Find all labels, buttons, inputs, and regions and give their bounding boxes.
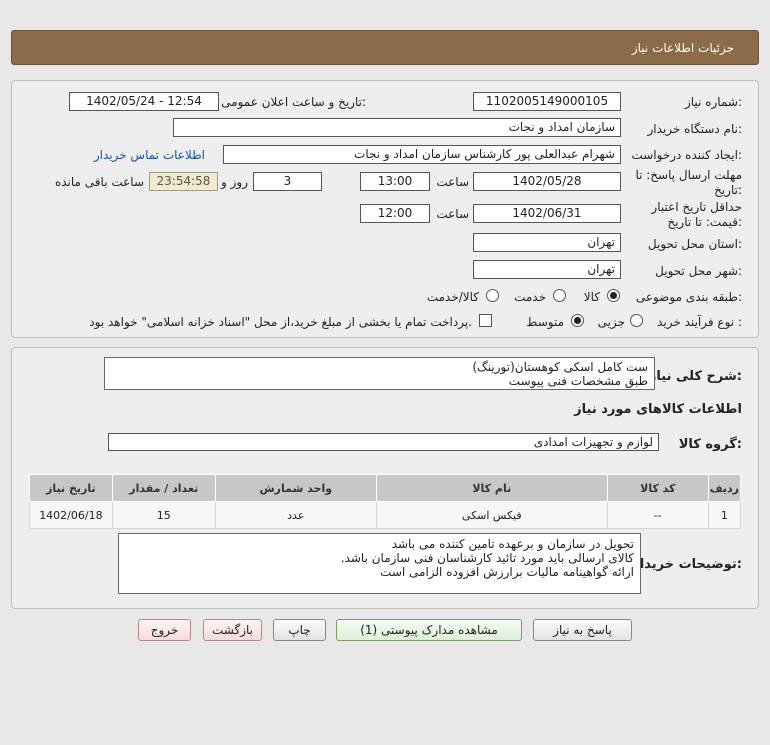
print-button[interactable]: چاپ (273, 619, 326, 641)
reply-time-label: ساعت (436, 175, 469, 189)
view-attachments-button[interactable]: مشاهده مدارک پیوستی (1) (336, 619, 522, 641)
buyer-notes-label: توضیحات خریدار: (632, 557, 742, 572)
process-label: نوع فرآیند خرید : (657, 315, 742, 329)
buyer-org-label: نام دستگاه خریدار: (647, 122, 743, 136)
general-desc-line-1: ست کامل اسکی کوهستان(تورینگ) (472, 360, 648, 374)
price-validity-label-2: قیمت: تا تاریخ: (667, 215, 742, 229)
category-option-goods: کالا (583, 290, 600, 304)
city-label: شهر محل تحویل: (655, 264, 742, 278)
col-code: کد کالا (606, 474, 709, 502)
cell-code: -- (606, 501, 709, 529)
process-option-minor: جزیی (597, 315, 625, 329)
city-field: تهران (473, 260, 621, 279)
price-validity-date-field: 1402/06/31 (473, 204, 621, 223)
reply-deadline-label-1: مهلت ارسال پاسخ: تا (635, 168, 742, 182)
province-field: تهران (473, 233, 621, 252)
reply-date-field: 1402/05/28 (473, 172, 621, 191)
announce-field: 1402/05/24 - 12:54 (69, 92, 219, 111)
need-number-field: 1102005149000105 (473, 92, 621, 111)
days-label: روز و (221, 175, 248, 189)
reply-deadline-label-2: تاریخ: (714, 183, 742, 197)
cell-row: 1 (707, 501, 742, 529)
reply-button[interactable]: پاسخ به نیاز (533, 619, 632, 641)
category-radio-both[interactable] (486, 289, 499, 302)
buyer-notes-line-3: ارائه گواهینامه مالیات برارزش افزوده الز… (380, 565, 634, 579)
page-title: جزئیات اطلاعات نیاز (631, 41, 734, 55)
process-option-medium: متوسط (526, 315, 564, 329)
cell-unit: عدد (214, 501, 377, 529)
buyer-contact-link[interactable]: اطلاعات تماس خریدار (94, 148, 205, 162)
goods-info-title: اطلاعات کالاهای مورد نیاز (574, 402, 742, 417)
remaining-days-field: 3 (253, 172, 322, 191)
process-radio-medium[interactable] (571, 314, 584, 327)
col-unit: واحد شمارش (214, 474, 377, 502)
category-option-both: کالا/خدمت (426, 290, 479, 304)
price-validity-time-field: 12:00 (360, 204, 430, 223)
cell-need-date: 1402/06/18 (29, 501, 113, 529)
goods-group-field: لوازم و تجهیزات امدادی (108, 433, 659, 451)
requester-field: شهرام عبدالعلی پور کارشناس سازمان امداد … (223, 145, 621, 164)
province-label: استان محل تحویل: (647, 237, 742, 251)
col-need-date: تاریخ نیاز (29, 474, 113, 502)
treasury-checkbox-label: پرداخت تمام یا بخشی از مبلغ خرید،از محل … (89, 315, 472, 329)
need-number-label: شماره نیاز: (684, 95, 742, 109)
exit-button[interactable]: خروج (138, 619, 191, 641)
col-row: ردیف (707, 474, 742, 502)
goods-group-label: گروه کالا: (678, 437, 742, 452)
requester-label: ایجاد کننده درخواست: (631, 148, 742, 162)
table-row: 1 -- فیکس اسکی عدد 15 1402/06/18 (29, 501, 742, 529)
category-option-service: خدمت (514, 290, 546, 304)
general-desc-text: ست کامل اسکی کوهستان(تورینگ) طبق مشخصات … (104, 357, 655, 390)
general-desc-line-2: طبق مشخصات فنی پیوست (508, 374, 648, 388)
process-radio-minor[interactable] (630, 314, 643, 327)
back-button[interactable]: بازگشت (203, 619, 262, 641)
buyer-notes-line-2: کالای ارسالی باید مورد تائید کارشناسان ف… (340, 551, 634, 565)
col-name: نام کالا (375, 474, 608, 502)
category-label: طبقه بندی موضوعی: (635, 290, 742, 304)
remaining-time-field: 23:54:58 (149, 172, 218, 191)
buyer-notes-text: تحویل در سازمان و برعهده تامین کننده می … (118, 533, 641, 594)
reply-time-field: 13:00 (360, 172, 430, 191)
cell-name: فیکس اسکی (375, 501, 608, 529)
category-radio-goods[interactable] (607, 289, 620, 302)
price-validity-label-1: حداقل تاریخ اعتبار (651, 200, 742, 214)
page-header: جزئیات اطلاعات نیاز (11, 30, 759, 65)
cell-qty: 15 (111, 501, 216, 529)
general-desc-label: شرح کلی نیاز: (648, 369, 742, 384)
price-validity-time-label: ساعت (436, 207, 469, 221)
treasury-checkbox[interactable] (479, 314, 492, 327)
col-qty: تعداد / مقدار (111, 474, 216, 502)
remaining-label: ساعت باقی مانده (54, 175, 144, 189)
category-radio-service[interactable] (553, 289, 566, 302)
buyer-notes-line-1: تحویل در سازمان و برعهده تامین کننده می … (391, 537, 634, 551)
goods-table: ردیف کد کالا نام کالا واحد شمارش تعداد /… (29, 474, 742, 529)
buyer-org-field: سازمان امداد و نجات (173, 118, 621, 137)
announce-label: تاریخ و ساعت اعلان عمومی: (221, 95, 366, 109)
